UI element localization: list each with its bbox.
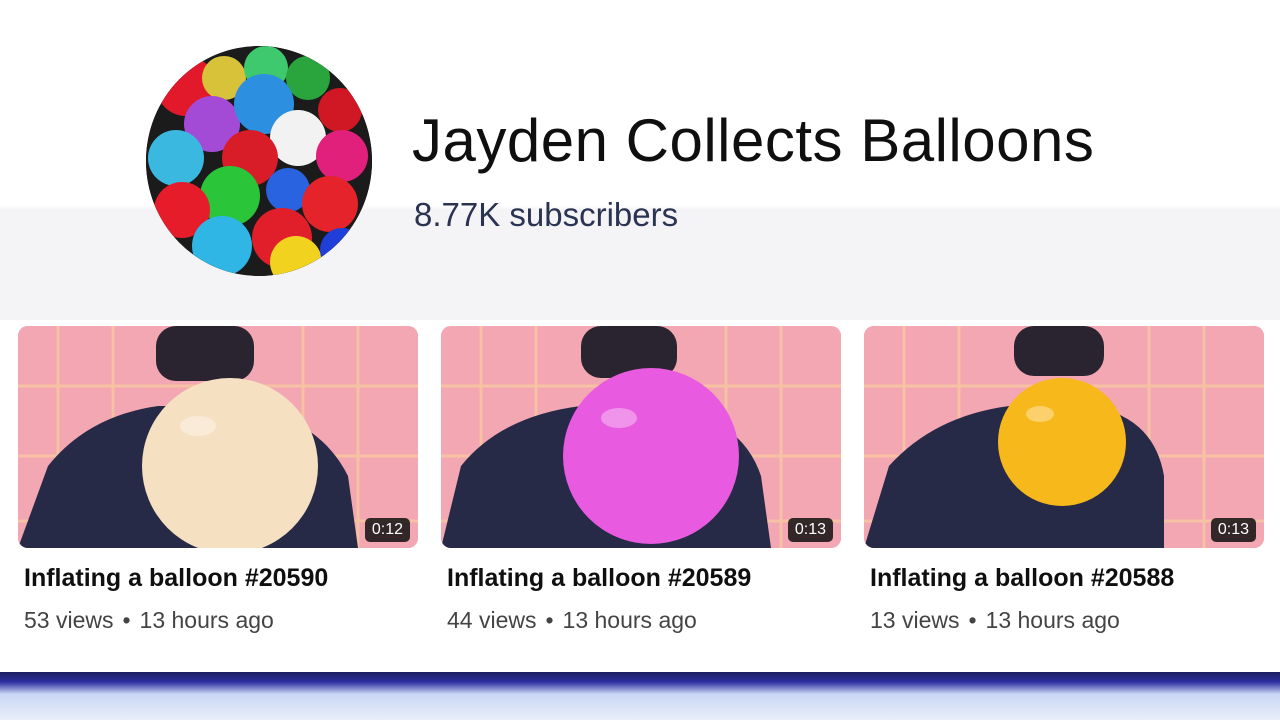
- balloon: [563, 368, 739, 544]
- video-grid: 0:12 Inflating a balloon #20590 53 views…: [0, 320, 1280, 670]
- video-meta: 13 views • 13 hours ago: [870, 607, 1264, 634]
- view-count: 53 views: [24, 607, 114, 633]
- upload-age: 13 hours ago: [562, 607, 697, 633]
- video-duration: 0:13: [1210, 518, 1256, 542]
- video-title[interactable]: Inflating a balloon #20589: [447, 564, 841, 593]
- thumbnail-image: [864, 326, 1264, 548]
- channel-avatar[interactable]: [146, 46, 372, 276]
- thumbnail-image: [18, 326, 418, 548]
- thumbnail-image: [441, 326, 841, 548]
- upload-age: 13 hours ago: [139, 607, 274, 633]
- view-count: 44 views: [447, 607, 537, 633]
- video-card[interactable]: 0:13 Inflating a balloon #20589 44 views…: [441, 326, 841, 634]
- video-meta: 44 views • 13 hours ago: [447, 607, 841, 634]
- upload-age: 13 hours ago: [985, 607, 1120, 633]
- video-thumbnail[interactable]: 0:13: [441, 326, 841, 548]
- video-card[interactable]: 0:12 Inflating a balloon #20590 53 views…: [18, 326, 418, 634]
- meta-separator: •: [545, 607, 554, 633]
- video-title[interactable]: Inflating a balloon #20588: [870, 564, 1264, 593]
- balloon-pile-avatar-icon: [146, 46, 372, 276]
- subscriber-count: 8.77K subscribers: [414, 196, 679, 233]
- video-title[interactable]: Inflating a balloon #20590: [24, 564, 418, 593]
- balloon: [142, 378, 318, 548]
- video-thumbnail[interactable]: 0:13: [864, 326, 1264, 548]
- video-meta: 53 views • 13 hours ago: [24, 607, 418, 634]
- view-count: 13 views: [870, 607, 960, 633]
- bottom-accent-bar: [0, 672, 1280, 720]
- video-card[interactable]: 0:13 Inflating a balloon #20588 13 views…: [864, 326, 1264, 634]
- meta-separator: •: [968, 607, 977, 633]
- meta-separator: •: [122, 607, 131, 633]
- video-duration: 0:12: [364, 518, 410, 542]
- channel-name[interactable]: Jayden Collects Balloons: [412, 106, 1094, 175]
- video-duration: 0:13: [787, 518, 833, 542]
- video-thumbnail[interactable]: 0:12: [18, 326, 418, 548]
- balloon: [998, 378, 1126, 506]
